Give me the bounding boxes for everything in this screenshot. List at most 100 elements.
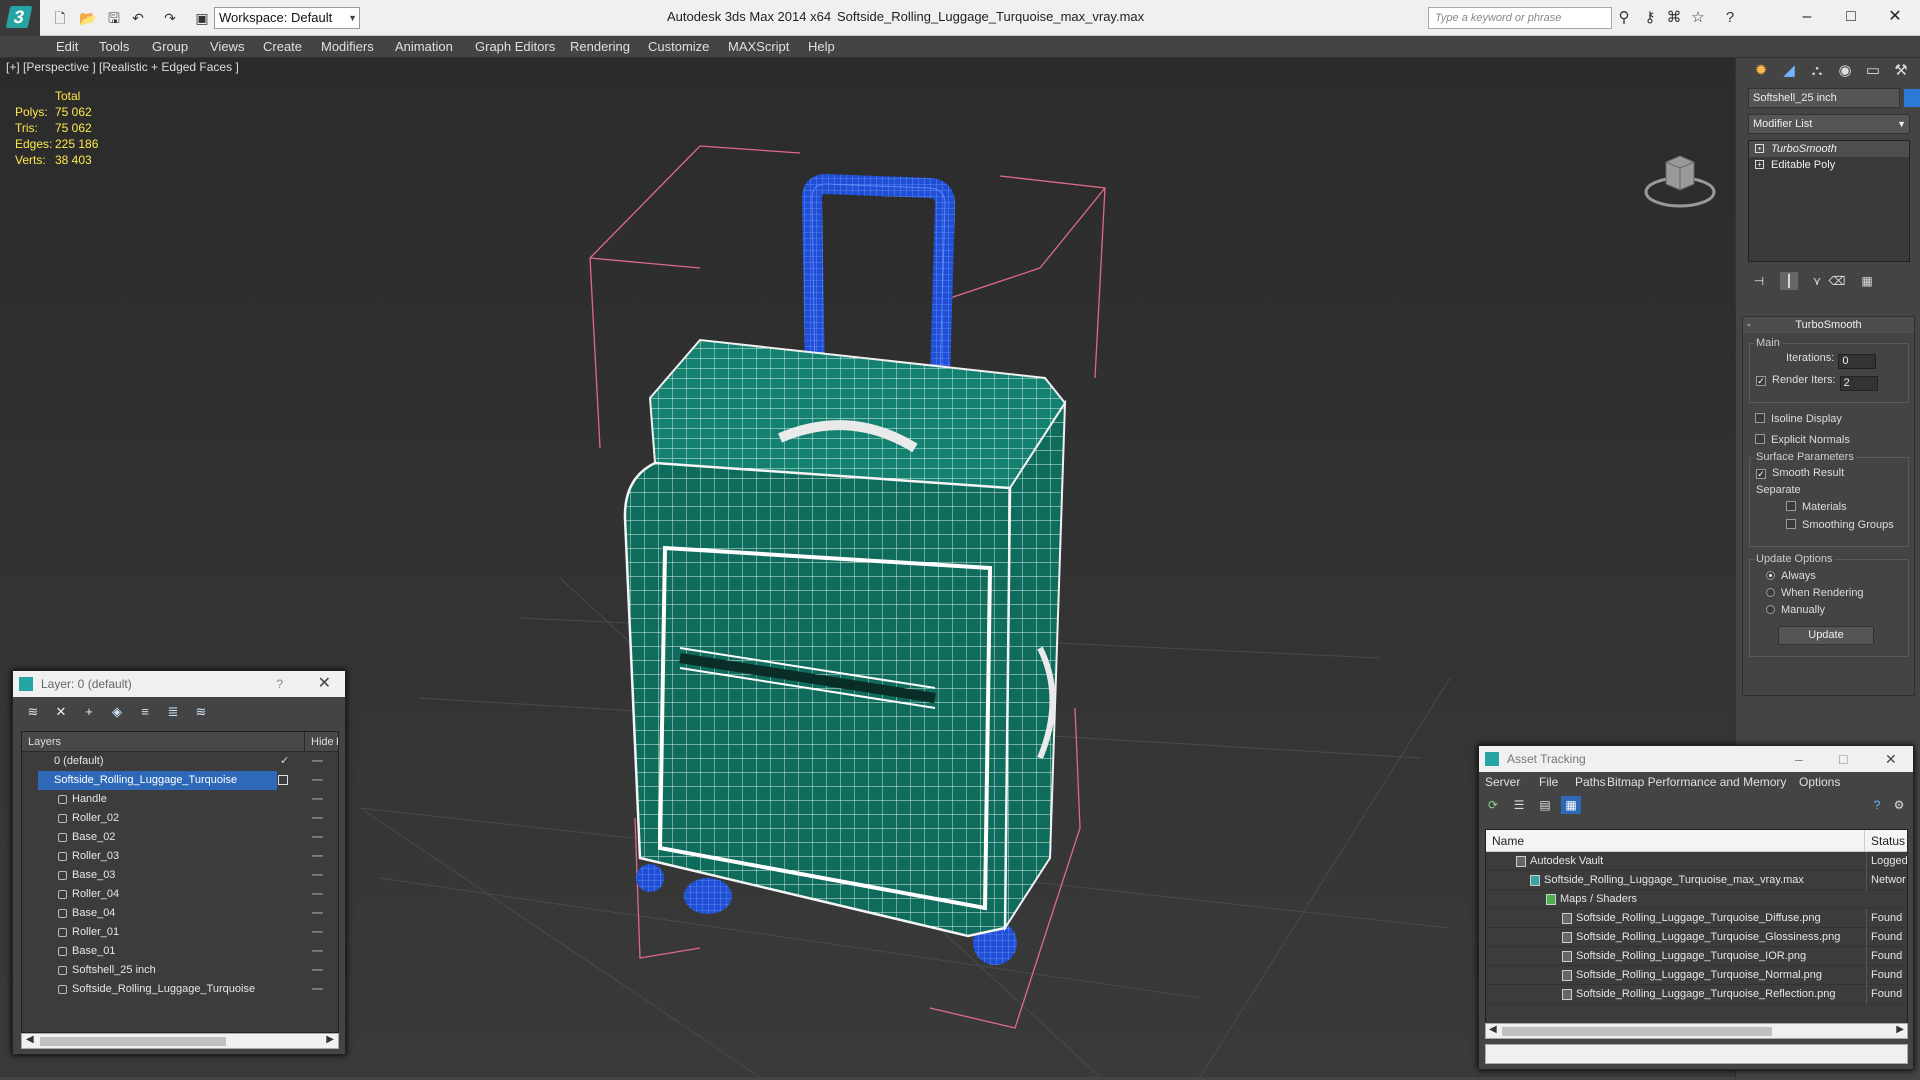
layer-row[interactable]: Softshell_25 inch ━━ [22,961,338,980]
help-icon[interactable]: ? [276,671,283,697]
select-layer-icon[interactable]: ≡ [135,703,155,721]
hide-toggle[interactable]: ━━ [312,771,323,790]
binoculars-icon[interactable]: ⚲ [1614,9,1634,27]
utilities-tab-icon[interactable]: ⚒ [1888,58,1914,84]
redo-icon[interactable]: ↷ [160,8,180,28]
hide-toggle[interactable]: ━━ [312,961,323,980]
horizontal-scrollbar[interactable]: ◀ ▶ [21,1033,339,1049]
menu-graph-editors[interactable]: Graph Editors [475,39,555,54]
scroll-thumb[interactable] [40,1037,226,1046]
make-unique-icon[interactable]: ⋎ [1808,272,1826,290]
col-layers[interactable]: Layers [28,732,61,752]
scroll-left-icon[interactable]: ◀ [1489,1024,1497,1035]
hide-toggle[interactable]: ━━ [312,809,323,828]
asset-row[interactable]: Autodesk Vault Logged [1486,852,1907,871]
workspace-dropdown[interactable]: Workspace: Default ▼ [214,7,360,29]
add-to-layer-icon[interactable]: ◈ [107,703,127,721]
menu-edit[interactable]: Edit [56,39,78,54]
smooth-result-checkbox[interactable]: ✓ [1756,469,1766,479]
when-rendering-radio[interactable] [1766,588,1775,597]
layer-row[interactable]: Roller_04 ━━ [22,885,338,904]
layer-row[interactable]: Base_02 ━━ [22,828,338,847]
layer-row[interactable]: Base_03 ━━ [22,866,338,885]
modifier-list-dropdown[interactable]: Modifier List ▼ [1748,114,1910,134]
object-color-swatch[interactable] [1904,89,1920,107]
app-logo-icon[interactable]: 3 [0,0,40,36]
maximize-button[interactable]: □ [1828,4,1874,30]
search-input[interactable]: Type a keyword or phrase [1428,7,1612,29]
menu-create[interactable]: Create [263,39,302,54]
hide-toggle[interactable]: ━━ [312,942,323,961]
display-tab-icon[interactable]: ▭ [1860,58,1886,84]
asset-row[interactable]: Maps / Shaders [1486,890,1907,909]
maximize-icon[interactable]: □ [1839,746,1847,772]
hierarchy-tab-icon[interactable]: ⛬ [1804,58,1830,84]
render-iters-spinner[interactable]: 2 [1839,376,1878,391]
materials-checkbox[interactable] [1786,501,1796,511]
star-icon[interactable]: ☆ [1688,9,1708,27]
modify-tab-icon[interactable]: ◢ [1776,58,1802,84]
close-icon[interactable]: ✕ [318,671,331,697]
hide-toggle[interactable]: ━━ [312,980,323,999]
current-layer-box[interactable] [278,775,288,785]
undo-icon[interactable]: ↶ [128,8,148,28]
menu-maxscript[interactable]: MAXScript [728,39,789,54]
isoline-checkbox[interactable] [1755,413,1765,423]
layer-row[interactable]: Roller_02 ━━ [22,809,338,828]
open-file-icon[interactable]: 📂 [78,8,98,28]
asset-row[interactable]: Softside_Rolling_Luggage_Turquoise_IOR.p… [1486,947,1907,966]
subscription-icon[interactable]: ⌘ [1664,9,1684,27]
asset-row[interactable]: Softside_Rolling_Luggage_Turquoise_Norma… [1486,966,1907,985]
configure-sets-icon[interactable]: ▦ [1858,272,1876,290]
layer-row[interactable]: Base_01 ━━ [22,942,338,961]
always-radio[interactable] [1766,571,1775,580]
checkmark-icon[interactable]: ✓ [280,752,289,771]
refresh-icon[interactable]: ⟳ [1483,796,1503,814]
minimize-button[interactable]: – [1784,4,1830,30]
update-button[interactable]: Update [1778,626,1874,645]
menu-bitmap-performance[interactable]: Bitmap Performance and Memory [1607,775,1786,789]
settings-icon[interactable]: ⚙ [1889,796,1909,814]
hide-toggle[interactable]: ━━ [312,752,323,771]
delete-icon[interactable]: ✕ [51,703,71,721]
list-view-icon[interactable]: ☰ [1509,796,1529,814]
menu-group[interactable]: Group [152,39,188,54]
object-name-field[interactable]: Softshell_25 inch [1748,88,1900,108]
key-icon[interactable]: ⚷ [1640,9,1660,27]
help-icon[interactable]: ? [1720,9,1740,27]
explicit-normals-checkbox[interactable] [1755,434,1765,444]
asset-row[interactable]: Softside_Rolling_Luggage_Turquoise_Diffu… [1486,909,1907,928]
asset-row[interactable]: Softside_Rolling_Luggage_Turquoise_max_v… [1486,871,1907,890]
pin-stack-icon[interactable]: ⊣ [1750,272,1768,290]
col-name[interactable]: Name [1492,830,1524,852]
add-icon[interactable]: + [79,703,99,721]
project-folder-icon[interactable]: ▣ [192,8,212,28]
close-button[interactable]: ✕ [1872,4,1918,30]
col-status[interactable]: Status [1864,830,1905,852]
layer-row[interactable]: Handle ━━ [22,790,338,809]
stack-item-turbosmooth[interactable]: • TurboSmooth [1749,141,1909,157]
scroll-left-icon[interactable]: ◀ [26,1034,34,1045]
layer-row[interactable]: Roller_03 ━━ [22,847,338,866]
viewcube[interactable] [1640,142,1720,212]
col-f[interactable]: F [336,732,338,752]
table-view-icon[interactable]: ▤ [1535,796,1555,814]
horizontal-scrollbar[interactable]: ◀ ▶ [1485,1023,1908,1039]
menu-customize[interactable]: Customize [648,39,709,54]
grid-view-icon[interactable]: ▦ [1561,796,1581,814]
highlight-icon[interactable]: ≣ [163,703,183,721]
render-iters-checkbox[interactable]: ✓ [1756,376,1766,386]
menu-modifiers[interactable]: Modifiers [321,39,374,54]
new-file-icon[interactable]: 🗋 [50,8,70,28]
iterations-spinner[interactable]: 0 [1838,354,1877,369]
hide-toggle[interactable]: ━━ [312,847,323,866]
minimize-icon[interactable]: – [1795,746,1803,772]
menu-options[interactable]: Options [1799,775,1840,789]
asset-window-titlebar[interactable]: Asset Tracking – □ ✕ [1479,746,1913,772]
col-hide[interactable]: Hide [304,732,334,752]
menu-views[interactable]: Views [210,39,244,54]
remove-modifier-icon[interactable]: ⌫ [1828,272,1846,290]
layer-row[interactable]: Softside_Rolling_Luggage_Turquoise ━━ [22,980,338,999]
layer-row[interactable]: 0 (default) ✓ ━━ [22,752,338,771]
hide-toggle[interactable]: ━━ [312,904,323,923]
